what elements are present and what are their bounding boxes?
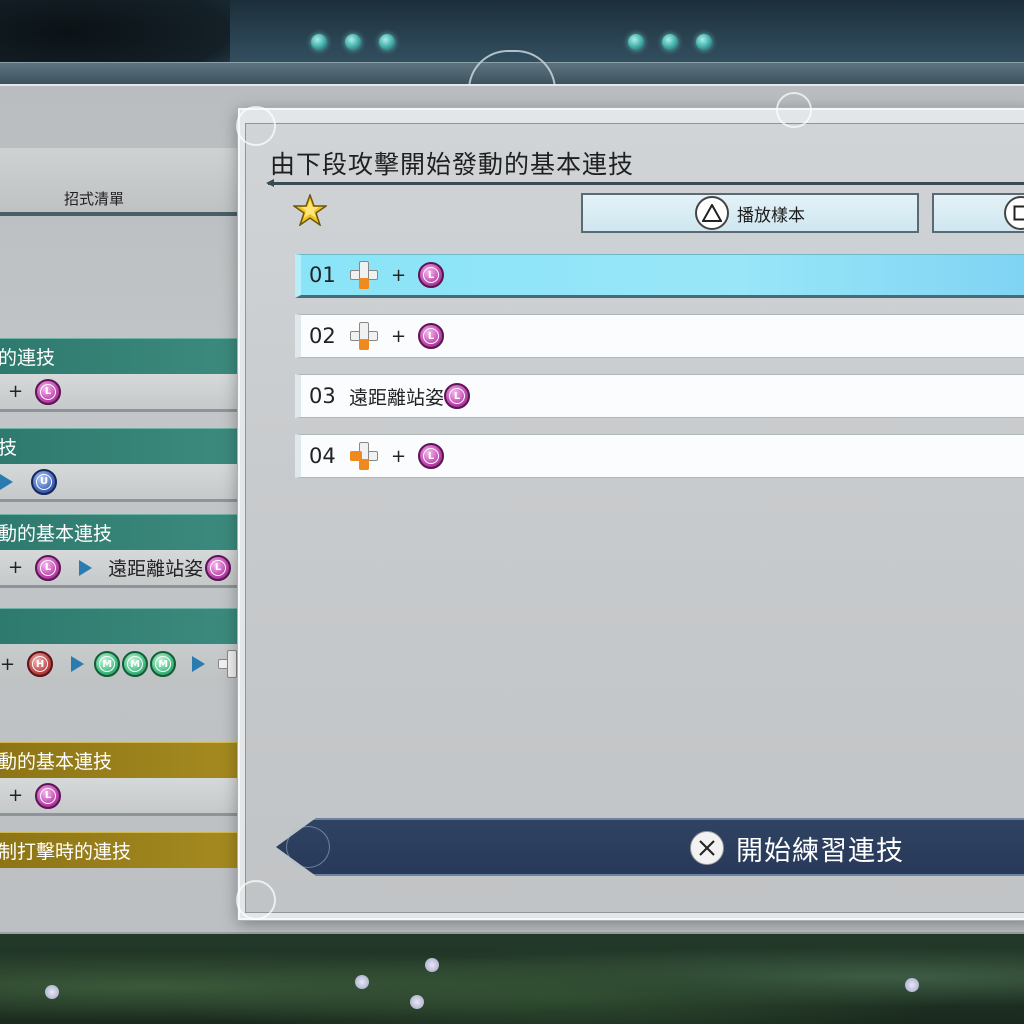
play-sample-label: 播放樣本 bbox=[737, 205, 805, 226]
practice-ornament-icon bbox=[286, 826, 330, 868]
l-button-icon: L bbox=[418, 443, 445, 469]
l-button-icon: L bbox=[35, 554, 62, 581]
arrow-right-icon bbox=[79, 559, 93, 576]
start-practice-label: 開始練習連技 bbox=[736, 835, 904, 867]
flower-decoration bbox=[355, 975, 369, 989]
plus-sign: + bbox=[391, 445, 407, 467]
l-button-icon: L bbox=[418, 262, 445, 288]
move-list-item-title: 動的基本連技 bbox=[0, 742, 243, 778]
u-button-icon: U bbox=[31, 468, 57, 495]
gem-icon bbox=[311, 34, 327, 50]
m-button-icon: M bbox=[150, 651, 177, 677]
move-list-item-title: 的連技 bbox=[0, 338, 243, 374]
dialog-title: 由下段攻擊開始發動的基本連技 bbox=[270, 150, 635, 179]
dpad-down-back-icon bbox=[349, 441, 379, 471]
move-list-item[interactable]: 制打擊時的連技 bbox=[0, 832, 243, 868]
combo-number: 02 bbox=[309, 324, 336, 348]
corner-ornament-icon bbox=[236, 106, 276, 146]
l-button-icon: L bbox=[205, 554, 232, 581]
l-button-icon: L bbox=[444, 383, 471, 409]
start-practice-button[interactable]: 開始練習連技 bbox=[690, 828, 904, 868]
title-divider bbox=[266, 179, 1024, 187]
play-sample-button[interactable]: 播放樣本 bbox=[581, 193, 919, 233]
move-list-item[interactable]: + H M M M bbox=[0, 608, 243, 684]
flower-decoration bbox=[410, 995, 424, 1009]
dpad-down-icon bbox=[349, 321, 379, 351]
combo-number: 04 bbox=[309, 444, 336, 468]
combo-row-02[interactable]: 02 + L bbox=[295, 314, 1024, 358]
start-practice-bar[interactable] bbox=[276, 818, 1024, 876]
plus-sign: + bbox=[391, 264, 407, 286]
move-list-item-title bbox=[0, 608, 243, 644]
gem-icon bbox=[662, 34, 678, 50]
triangle-icon bbox=[695, 196, 729, 230]
plus-sign: + bbox=[391, 325, 407, 347]
move-list-item[interactable]: 動的基本連技 + L 遠距離站姿 L bbox=[0, 514, 243, 588]
move-list-item-command: + H M M M bbox=[0, 644, 243, 684]
combo-row-03[interactable]: 03 遠距離站姿 L bbox=[295, 374, 1024, 418]
move-list-item-title: 動的基本連技 bbox=[0, 514, 243, 550]
l-button-icon: L bbox=[35, 378, 62, 405]
move-list-item-command: + L bbox=[0, 778, 243, 816]
dpad-down-icon bbox=[349, 260, 379, 290]
combo-row-01[interactable]: 01 + L bbox=[295, 254, 1024, 298]
move-list-item-title: 制打擊時的連技 bbox=[0, 832, 243, 868]
move-list-item[interactable]: 技 U bbox=[0, 428, 243, 502]
combo-text: 遠距離站姿 bbox=[349, 386, 445, 409]
move-list-item-command: U bbox=[0, 464, 243, 502]
square-action-button[interactable] bbox=[932, 193, 1024, 233]
background-garden bbox=[0, 930, 1024, 1024]
arrow-right-icon bbox=[71, 656, 85, 672]
m-button-icon: M bbox=[94, 651, 121, 677]
l-button-icon: L bbox=[35, 782, 62, 809]
gem-icon bbox=[379, 34, 395, 50]
move-list-header-label: 招式清單 bbox=[64, 190, 125, 208]
move-list-item-command: + L 遠距離站姿 L bbox=[0, 550, 243, 588]
h-button-icon: H bbox=[27, 651, 54, 677]
move-list-item[interactable]: 動的基本連技 + L bbox=[0, 742, 243, 816]
arrow-right-icon bbox=[192, 656, 206, 672]
flower-decoration bbox=[905, 978, 919, 992]
move-list-item-title: 技 bbox=[0, 428, 243, 464]
gem-icon bbox=[628, 34, 644, 50]
combo-dialog-body bbox=[245, 123, 1024, 913]
combo-number: 03 bbox=[309, 384, 336, 408]
l-button-icon: L bbox=[418, 323, 445, 349]
arrow-right-icon bbox=[0, 473, 13, 490]
flower-decoration bbox=[45, 985, 59, 999]
star-icon[interactable] bbox=[293, 194, 327, 226]
move-text: 遠距離站姿 bbox=[108, 558, 204, 580]
move-list-item[interactable]: 的連技 + L bbox=[0, 338, 243, 412]
square-icon bbox=[1004, 196, 1024, 230]
move-list-item-command: + L bbox=[0, 374, 243, 412]
corner-ornament-icon bbox=[776, 92, 812, 128]
corner-ornament-icon bbox=[236, 880, 276, 920]
combo-row-04[interactable]: 04 + L bbox=[295, 434, 1024, 478]
flower-decoration bbox=[425, 958, 439, 972]
m-button-icon: M bbox=[122, 651, 149, 677]
combo-number: 01 bbox=[309, 263, 336, 287]
cross-icon bbox=[690, 831, 724, 865]
gem-icon bbox=[696, 34, 712, 50]
gem-icon bbox=[345, 34, 361, 50]
